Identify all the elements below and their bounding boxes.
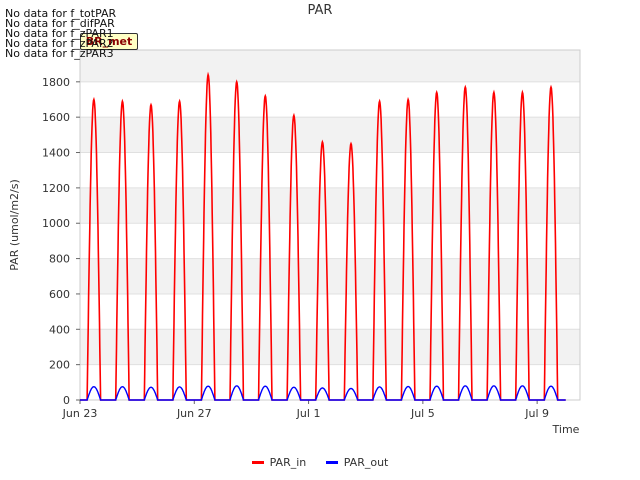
y-tick-label: 1000 <box>42 217 70 230</box>
grid-band <box>80 117 580 153</box>
y-axis: 0 200 400 600 800 1000 1200 1400 1600 1800 <box>42 76 80 407</box>
legend-item-par-out: PAR_out <box>325 456 389 469</box>
legend-swatch <box>251 461 264 464</box>
y-tick-label: 800 <box>49 253 70 266</box>
chart-title: PAR <box>308 3 333 18</box>
grid-band <box>80 329 580 365</box>
nodata-message: No data for f_zPAR3 <box>5 47 114 60</box>
y-tick-label: 600 <box>49 288 70 301</box>
x-tick-label: Jun 23 <box>62 407 98 420</box>
par-chart: 0 200 400 600 800 1000 1200 1400 1600 1800 Jun 23… <box>8 3 581 436</box>
legend-label: PAR_in <box>269 456 307 469</box>
legend-label: PAR_out <box>343 456 389 469</box>
x-axis: Jun 23 Jun 27 Jul 1 Jul 5 Jul 9 <box>62 400 549 420</box>
x-tick-label: Jul 5 <box>410 407 435 420</box>
y-tick-label: 400 <box>49 323 70 336</box>
y-tick-label: 200 <box>49 359 70 372</box>
legend-item-par-in: PAR_in <box>251 456 307 469</box>
legend-swatch <box>325 461 338 464</box>
y-tick-label: 1600 <box>42 111 70 124</box>
x-tick-label: Jun 27 <box>176 407 212 420</box>
y-tick-label: 0 <box>63 394 70 407</box>
y-tick-label: 1800 <box>42 76 70 89</box>
y-axis-label: PAR (umol/m2/s) <box>8 179 21 271</box>
y-tick-label: 1200 <box>42 182 70 195</box>
x-tick-label: Jul 1 <box>296 407 321 420</box>
x-axis-label: Time <box>552 423 580 436</box>
legend: PAR_in PAR_out <box>0 454 640 469</box>
series-line-par-out <box>80 385 566 401</box>
grid-band <box>80 50 580 82</box>
y-tick-label: 1400 <box>42 147 70 160</box>
x-tick-label: Jul 9 <box>524 407 549 420</box>
